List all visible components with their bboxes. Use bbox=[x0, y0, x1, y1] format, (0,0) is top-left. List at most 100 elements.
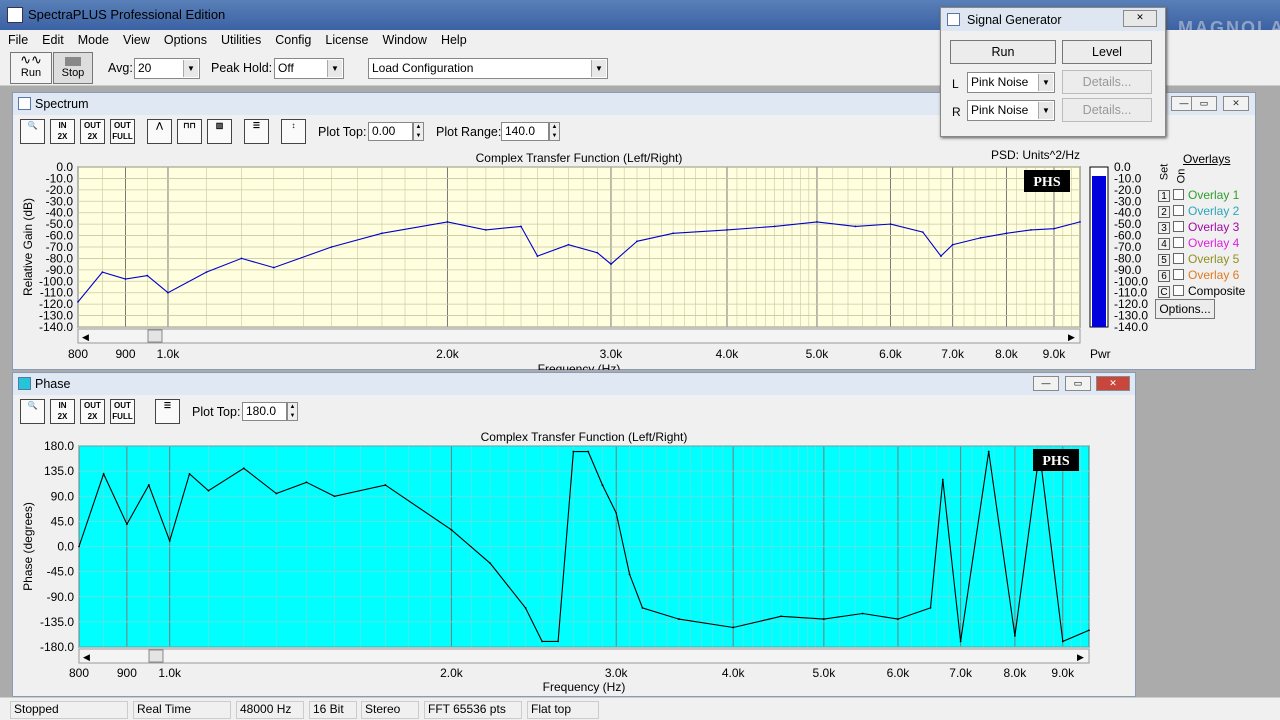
overlay-set-button[interactable]: 3 bbox=[1158, 222, 1170, 234]
peak-icon[interactable]: ⋀ bbox=[147, 119, 172, 144]
chevron-down-icon: ▼ bbox=[1038, 102, 1053, 119]
overlay-item[interactable]: 4 Overlay 4 bbox=[1158, 236, 1239, 250]
options-button[interactable]: Options... bbox=[1155, 299, 1215, 319]
plot-top-input[interactable]: 0.00 ▲ ▼ bbox=[368, 122, 424, 141]
right-details-button[interactable]: Details... bbox=[1062, 98, 1152, 122]
overlay-item[interactable]: 6 Overlay 6 bbox=[1158, 268, 1239, 282]
x-tick-label: 900 bbox=[117, 666, 137, 680]
overlay-checkbox[interactable] bbox=[1173, 189, 1184, 200]
avg-select[interactable]: 20 ▼ bbox=[134, 58, 200, 79]
overlay-label: Overlay 2 bbox=[1188, 204, 1240, 218]
zoom-out-2x-button[interactable]: OUT 2X bbox=[80, 399, 105, 424]
overlay-label: Overlay 4 bbox=[1188, 236, 1240, 250]
y-tick-label: 90.0 bbox=[51, 489, 75, 503]
overlay-set-button[interactable]: 2 bbox=[1158, 206, 1170, 218]
overlay-set-button[interactable]: 5 bbox=[1158, 254, 1170, 266]
data-point bbox=[897, 618, 899, 620]
close-button[interactable]: ✕ bbox=[1223, 96, 1249, 111]
data-point bbox=[861, 612, 864, 615]
plot-range-input[interactable]: 140.0 ▲ ▼ bbox=[501, 122, 560, 141]
table-icon[interactable]: ☰ bbox=[244, 119, 269, 144]
table-icon[interactable]: ☰ bbox=[155, 399, 180, 424]
overlay-checkbox[interactable] bbox=[1173, 221, 1184, 232]
zoom-in-2x-button[interactable]: IN 2X bbox=[50, 399, 75, 424]
spinner-icon[interactable]: ▲ ▼ bbox=[549, 122, 560, 141]
overlay-checkbox[interactable] bbox=[1173, 205, 1184, 216]
power-tick-label: -140.0 bbox=[1114, 320, 1148, 334]
spinner-icon[interactable]: ▲ ▼ bbox=[413, 122, 424, 141]
zoom-icon[interactable]: 🔍 bbox=[20, 119, 45, 144]
left-waveform-value: Pink Noise bbox=[971, 75, 1029, 89]
left-details-button[interactable]: Details... bbox=[1062, 70, 1152, 94]
x-tick-label: 2.0k bbox=[440, 666, 464, 680]
close-button[interactable]: ✕ bbox=[1123, 10, 1157, 27]
overlay-item[interactable]: 5 Overlay 5 bbox=[1158, 252, 1239, 266]
minimize-button[interactable]: — bbox=[1033, 376, 1059, 391]
phase-plot-top-input[interactable]: 180.0 ▲ ▼ bbox=[242, 402, 298, 421]
overlay-checkbox[interactable] bbox=[1173, 269, 1184, 280]
overlay-item[interactable]: C Composite bbox=[1158, 284, 1245, 298]
maximize-button[interactable]: ▭ bbox=[1065, 376, 1091, 391]
zoom-out-2x-button[interactable]: OUT 2X bbox=[80, 119, 105, 144]
status-field: Stopped bbox=[10, 701, 128, 719]
plot-top-label: Plot Top: bbox=[318, 125, 367, 139]
phs-badge-label: PHS bbox=[1042, 454, 1069, 469]
maximize-button[interactable]: ▭ bbox=[1191, 96, 1217, 111]
overlay-checkbox[interactable] bbox=[1173, 237, 1184, 248]
data-point bbox=[124, 278, 127, 280]
run-button[interactable]: ∿∿ Run bbox=[10, 52, 52, 84]
overlay-item[interactable]: 1 Overlay 1 bbox=[1158, 188, 1239, 202]
menu-config[interactable]: Config bbox=[267, 30, 317, 47]
right-waveform-value: Pink Noise bbox=[971, 103, 1029, 117]
overlay-set-button[interactable]: 6 bbox=[1158, 270, 1170, 282]
left-waveform-select[interactable]: Pink Noise ▼ bbox=[967, 72, 1055, 93]
overlay-set-button[interactable]: 1 bbox=[1158, 190, 1170, 202]
overlay-set-button[interactable]: 4 bbox=[1158, 238, 1170, 250]
overlay-item[interactable]: 3 Overlay 3 bbox=[1158, 220, 1239, 234]
right-waveform-select[interactable]: Pink Noise ▼ bbox=[967, 100, 1055, 121]
zoom-in-2x-button[interactable]: IN 2X bbox=[50, 119, 75, 144]
siggen-run-button[interactable]: Run bbox=[950, 40, 1056, 64]
psd-label: PSD: Units^2/Hz bbox=[991, 148, 1080, 162]
x-tick-label: 3.0k bbox=[605, 666, 629, 680]
status-field: 16 Bit bbox=[309, 701, 357, 719]
scale-icon[interactable]: ↕ bbox=[281, 119, 306, 144]
octave-icon[interactable]: ⊓⊓ bbox=[177, 119, 202, 144]
overlay-set-button[interactable]: C bbox=[1158, 286, 1170, 298]
menu-help[interactable]: Help bbox=[433, 30, 473, 47]
data-point bbox=[275, 492, 278, 495]
bars-icon[interactable]: ▥ bbox=[207, 119, 232, 144]
menu-options[interactable]: Options bbox=[156, 30, 213, 47]
overlay-checkbox[interactable] bbox=[1173, 253, 1184, 264]
peak-hold-value: Off bbox=[278, 61, 294, 75]
menu-mode[interactable]: Mode bbox=[70, 30, 115, 47]
menu-license[interactable]: License bbox=[317, 30, 374, 47]
close-button[interactable]: ✕ bbox=[1096, 376, 1130, 391]
siggen-level-button[interactable]: Level bbox=[1062, 40, 1152, 64]
menu-edit[interactable]: Edit bbox=[34, 30, 70, 47]
data-point bbox=[146, 274, 149, 277]
avg-value: 20 bbox=[138, 61, 152, 75]
y-tick-label: -180.0 bbox=[40, 640, 74, 654]
menu-file[interactable]: File bbox=[0, 30, 34, 47]
phase-window-icon bbox=[18, 377, 31, 390]
zoom-out-full-button[interactable]: OUT FULL bbox=[110, 399, 135, 424]
menu-window[interactable]: Window bbox=[374, 30, 432, 47]
data-point bbox=[207, 489, 210, 492]
config-select[interactable]: Load Configuration ▼ bbox=[368, 58, 608, 79]
menu-utilities[interactable]: Utilities bbox=[213, 30, 267, 47]
peak-hold-select[interactable]: Off ▼ bbox=[274, 58, 344, 79]
overlay-item[interactable]: 2 Overlay 2 bbox=[1158, 204, 1239, 218]
y-tick-label: -45.0 bbox=[47, 565, 75, 579]
stop-button[interactable]: Stop bbox=[53, 52, 93, 84]
data-point bbox=[636, 240, 638, 243]
data-point bbox=[726, 228, 728, 231]
spinner-icon[interactable]: ▲ ▼ bbox=[287, 402, 298, 421]
zoom-out-full-button[interactable]: OUT FULL bbox=[110, 119, 135, 144]
menu-view[interactable]: View bbox=[115, 30, 156, 47]
zoom-icon[interactable]: 🔍 bbox=[20, 399, 45, 424]
spectrum-window-title: Spectrum bbox=[35, 97, 89, 111]
run-label: Run bbox=[20, 67, 42, 79]
overlay-checkbox[interactable] bbox=[1173, 285, 1184, 296]
peak-hold-label: Peak Hold: bbox=[211, 61, 273, 75]
